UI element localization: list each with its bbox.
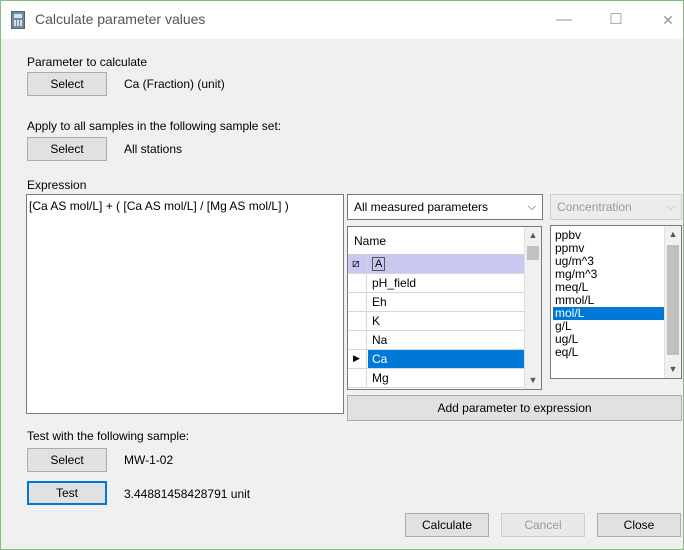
window-title: Calculate parameter values xyxy=(35,11,206,27)
scroll-down-icon[interactable]: ▼ xyxy=(525,372,541,389)
row-header xyxy=(348,312,367,330)
row-header xyxy=(348,369,367,387)
row-header xyxy=(348,331,367,349)
test-result-value: 3.44881458428791 unit xyxy=(124,487,251,501)
table-cell: K xyxy=(372,314,381,328)
expression-textarea[interactable]: [Ca AS mol/L] + ( [Ca AS mol/L] / [Mg AS… xyxy=(26,194,344,414)
filter-icon: ⧄ xyxy=(352,256,360,270)
table-row[interactable]: Mg xyxy=(348,369,524,388)
name-column-header[interactable]: Name xyxy=(348,227,524,255)
scrollbar-thumb[interactable] xyxy=(527,246,539,260)
table-row[interactable]: pH_field xyxy=(348,274,524,293)
row-header: ▶ xyxy=(348,350,367,368)
close-button[interactable]: Close xyxy=(597,513,681,537)
table-row[interactable]: K xyxy=(348,312,524,331)
test-button[interactable]: Test xyxy=(27,481,107,505)
select-parameter-button[interactable]: Select xyxy=(27,72,107,96)
sample-set-label: Apply to all samples in the following sa… xyxy=(27,119,282,133)
current-row-arrow-icon: ▶ xyxy=(353,353,360,363)
filter-value[interactable]: A xyxy=(372,257,386,271)
unit-type-dropdown[interactable]: Concentration ⌵ xyxy=(550,194,682,220)
scroll-down-icon[interactable]: ▼ xyxy=(665,361,681,378)
parameter-grid[interactable]: Name ⧄ A pH_field Eh K Na ▶ Ca Mg ▲ ▼ xyxy=(347,226,542,390)
calculate-button[interactable]: Calculate xyxy=(405,513,489,537)
parameter-to-calculate-label: Parameter to calculate xyxy=(27,55,148,69)
filter-row[interactable]: ⧄ A xyxy=(348,255,524,274)
units-list-scrollbar[interactable]: ▲ ▼ xyxy=(664,226,681,378)
table-cell: Mg xyxy=(372,371,389,385)
cancel-button[interactable]: Cancel xyxy=(501,513,585,537)
close-window-button[interactable]: ✕ xyxy=(645,7,684,33)
selected-parameter-value: Ca (Fraction) (unit) xyxy=(124,77,225,91)
title-bar: Calculate parameter values — ☐ ✕ xyxy=(1,1,683,39)
filter-row-header: ⧄ xyxy=(348,255,367,273)
add-parameter-button[interactable]: Add parameter to expression xyxy=(347,395,682,421)
table-row-selected[interactable]: ▶ Ca xyxy=(348,350,524,369)
test-sample-label: Test with the following sample: xyxy=(27,429,190,443)
units-listbox[interactable]: ppbv ppmv ug/m^3 mg/m^3 meq/L mmol/L mol… xyxy=(550,225,682,379)
chevron-down-icon: ⌵ xyxy=(666,201,675,213)
parameter-filter-value: All measured parameters xyxy=(354,200,489,214)
parameter-filter-dropdown[interactable]: All measured parameters ⌵ xyxy=(347,194,543,220)
table-cell: Eh xyxy=(372,295,387,309)
scrollbar-thumb[interactable] xyxy=(667,245,679,355)
row-header xyxy=(348,293,367,311)
minimize-button[interactable]: — xyxy=(541,7,587,33)
parameter-grid-scrollbar[interactable]: ▲ ▼ xyxy=(524,227,541,389)
select-test-sample-button[interactable]: Select xyxy=(27,448,107,472)
row-header xyxy=(348,274,367,292)
scroll-up-icon[interactable]: ▲ xyxy=(525,227,541,244)
list-item[interactable]: eq/L xyxy=(553,346,664,359)
unit-type-value: Concentration xyxy=(557,200,632,214)
maximize-button[interactable]: ☐ xyxy=(593,7,639,33)
test-sample-value: MW-1-02 xyxy=(124,453,174,467)
table-row[interactable]: Na xyxy=(348,331,524,350)
chevron-down-icon: ⌵ xyxy=(527,201,536,213)
expression-label: Expression xyxy=(27,178,87,192)
selected-sample-set-value: All stations xyxy=(124,142,183,156)
table-row[interactable]: Eh xyxy=(348,293,524,312)
calculate-parameter-dialog: Calculate parameter values — ☐ ✕ Paramet… xyxy=(0,0,684,550)
scroll-up-icon[interactable]: ▲ xyxy=(665,226,681,243)
select-sample-set-button[interactable]: Select xyxy=(27,137,107,161)
calculator-icon xyxy=(11,11,25,29)
table-cell: Na xyxy=(372,333,388,347)
table-cell: Ca xyxy=(368,350,524,368)
table-cell: pH_field xyxy=(372,276,417,290)
